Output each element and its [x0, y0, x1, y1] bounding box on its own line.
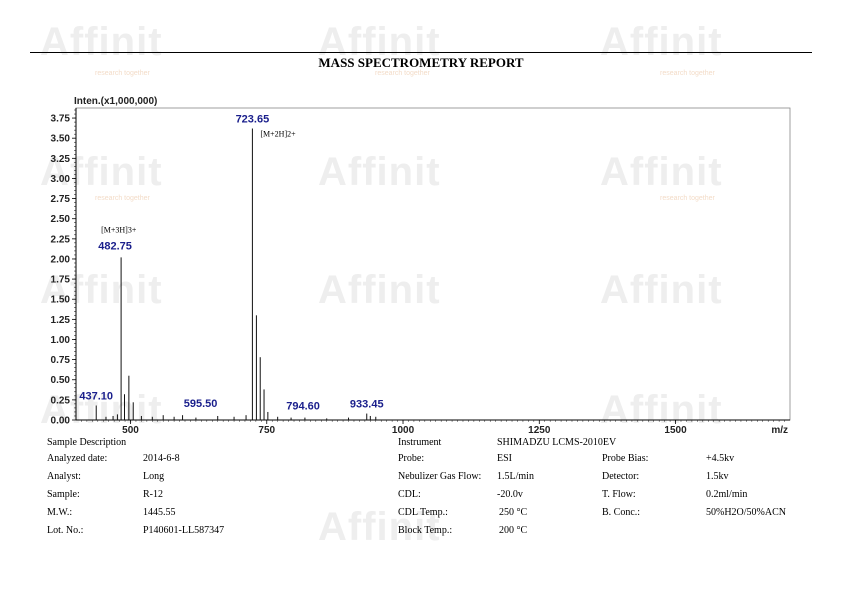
sample-value: R-12 — [143, 489, 163, 500]
y-tick-label: 2.00 — [51, 254, 71, 265]
detector-value: 1.5kv — [706, 471, 729, 482]
x-tick-label: 500 — [122, 425, 139, 436]
analyzed-date-label: Analyzed date: — [47, 453, 108, 464]
y-tick-label: 3.75 — [51, 114, 71, 125]
peak-label: 595.50 — [184, 398, 218, 410]
x-tick-label: 1000 — [392, 425, 415, 436]
mw-value: 1445.55 — [143, 507, 176, 518]
t-flow-value: 0.2ml/min — [706, 489, 748, 500]
peak-label: 437.10 — [79, 391, 113, 403]
cdl-value: -20.0v — [497, 489, 523, 500]
y-axis-title: Inten.(x1,000,000) — [74, 96, 157, 107]
y-tick-label: 3.00 — [51, 174, 71, 185]
y-tick-label: 2.50 — [51, 214, 71, 225]
instrument-label: Instrument — [398, 437, 442, 448]
y-tick-label: 3.25 — [51, 154, 71, 165]
y-tick-label: 2.25 — [51, 234, 71, 245]
x-tick-label: 1250 — [528, 425, 551, 436]
t-flow-label: T. Flow: — [602, 489, 636, 500]
x-axis-title: m/z — [771, 425, 788, 436]
y-tick-label: 0.50 — [51, 375, 71, 386]
peak-label: 482.75 — [98, 240, 132, 252]
sample-description-heading: Sample Description — [47, 437, 127, 448]
analyzed-date-value: 2014-6-8 — [143, 453, 180, 464]
sample-label: Sample: — [47, 489, 80, 500]
x-tick-label: 1500 — [664, 425, 687, 436]
lot-no-value: P140601-LL587347 — [143, 525, 225, 536]
nebulizer-gas-flow-label: Nebulizer Gas Flow: — [398, 471, 482, 482]
peak-label: 723.65 — [236, 114, 270, 126]
cdl-temp-value: 250 °C — [499, 507, 528, 518]
y-tick-label: 3.50 — [51, 134, 71, 145]
cdl-temp-label: CDL Temp.: — [398, 507, 448, 518]
b-conc-value: 50%H2O/50%ACN — [706, 507, 786, 518]
plot-frame — [75, 107, 791, 421]
y-tick-label: 1.25 — [51, 315, 71, 326]
y-tick-label: 1.50 — [51, 295, 71, 306]
y-tick-label: 0.00 — [51, 416, 71, 427]
y-tick-label: 1.75 — [51, 275, 71, 286]
peak-annotation: [M+2H]2+ — [260, 130, 296, 139]
y-tick-label: 1.00 — [51, 335, 71, 346]
mw-label: M.W.: — [47, 507, 73, 518]
cdl-label: CDL: — [398, 489, 421, 500]
probe-bias-value: +4.5kv — [706, 453, 735, 464]
peak-label: 933.45 — [350, 399, 384, 411]
mass-spectrum-chart: 0.00 0.25 0.50 0.75 1.00 1.25 1.50 1.75 2.00 2.25… — [51, 96, 791, 436]
x-tick-label: 750 — [258, 425, 275, 436]
nebulizer-gas-flow-value: 1.5L/min — [497, 471, 534, 482]
lot-no-label: Lot. No.: — [47, 525, 84, 536]
b-conc-label: B. Conc.: — [602, 507, 641, 518]
block-temp-value: 200 °C — [499, 525, 528, 536]
instrument-value: SHIMADZU LCMS-2010EV — [497, 437, 617, 448]
block-temp-label: Block Temp.: — [398, 525, 453, 536]
probe-bias-label: Probe Bias: — [602, 453, 649, 464]
probe-value: ESI — [497, 453, 512, 464]
y-tick-label: 0.75 — [51, 355, 71, 366]
analyst-label: Analyst: — [47, 471, 81, 482]
analyst-value: Long — [143, 471, 165, 482]
peak-annotation: [M+3H]3+ — [101, 225, 137, 234]
y-tick-label: 0.25 — [51, 395, 71, 406]
probe-label: Probe: — [398, 453, 425, 464]
detector-label: Detector: — [602, 471, 640, 482]
y-tick-label: 2.75 — [51, 194, 71, 205]
peak-label: 794.60 — [286, 401, 320, 413]
